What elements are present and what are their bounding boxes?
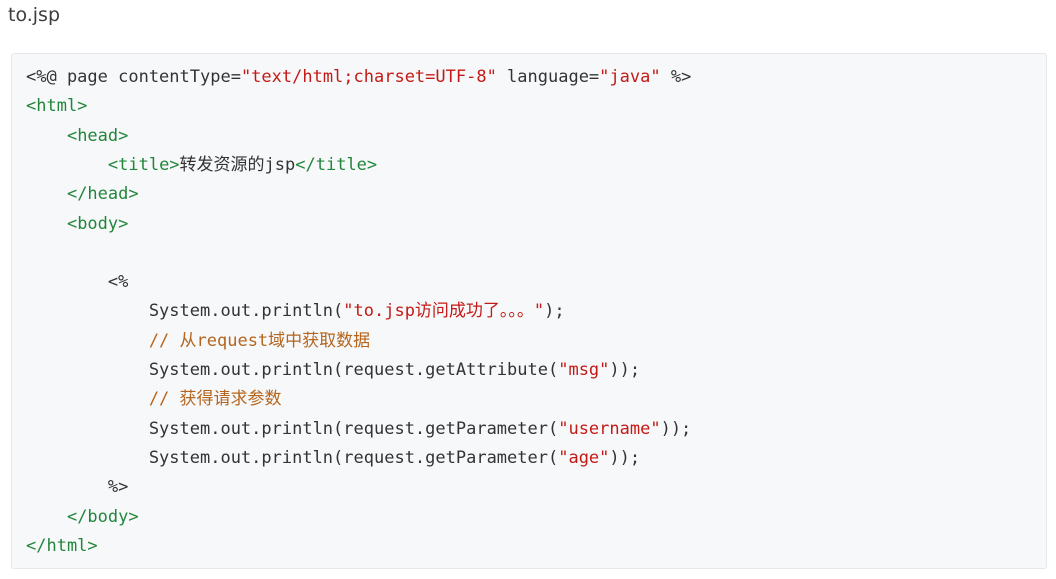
code-block: <%@ page contentType="text/html;charset=… — [11, 53, 1047, 569]
code-line: <title>转发资源的jsp</title> — [26, 151, 377, 180]
code-line: System.out.println("to.jsp访问成功了。。。"); — [26, 297, 565, 326]
code-token: )); — [609, 447, 641, 468]
code-token: language= — [496, 67, 600, 87]
code-line: <head> — [26, 122, 128, 151]
code-token: ); — [544, 301, 565, 322]
code-token: <title> — [107, 154, 180, 175]
code-token: </html> — [26, 535, 98, 556]
code-token: // 从request域中获取数据 — [26, 330, 371, 351]
code-token: )); — [609, 360, 641, 380]
code-line: <% — [26, 268, 128, 297]
code-token: "to.jsp访问成功了。。。" — [343, 301, 545, 322]
code-line: // 从request域中获取数据 — [26, 327, 370, 356]
code-line: // 获得请求参数 — [26, 385, 282, 414]
code-token: <html> — [26, 96, 88, 117]
code-token: "java" — [599, 67, 661, 87]
code-line: System.out.println(request.getParameter(… — [26, 415, 691, 444]
code-line: <%@ page contentType="text/html;charset=… — [26, 63, 691, 92]
code-token: 转发资源的jsp — [179, 154, 296, 175]
code-token: <%@ page contentType= — [26, 67, 241, 87]
code-token: </body> — [66, 506, 139, 527]
code-token: </title> — [295, 154, 378, 175]
code-token: <body> — [66, 213, 129, 234]
code-token: // 获得请求参数 — [26, 389, 282, 410]
code-line: %> — [26, 473, 128, 502]
code-line: <html> — [26, 92, 87, 121]
code-token: </head> — [66, 184, 139, 205]
code-token: System.out.println(request.getAttribute( — [26, 360, 559, 380]
code-token: %> — [660, 67, 692, 87]
code-token: "age" — [558, 447, 610, 468]
code-token: "msg" — [558, 360, 610, 380]
code-line: <body> — [26, 210, 128, 239]
code-line: </head> — [26, 180, 139, 209]
code-token: System.out.println(request.getParameter( — [26, 447, 559, 468]
code-token: %> — [26, 477, 129, 498]
code-token: "text/html;charset=UTF-8" — [240, 67, 497, 87]
code-line: System.out.println(request.getParameter(… — [26, 444, 640, 473]
code-token: "username" — [558, 418, 661, 439]
code-token: <head> — [66, 125, 129, 146]
code-line: </body> — [26, 503, 139, 532]
code-token: System.out.println( — [26, 301, 344, 322]
code-line: System.out.println(request.getAttribute(… — [26, 356, 640, 385]
code-line: </html> — [26, 532, 98, 561]
code-token: System.out.println(request.getParameter( — [26, 418, 559, 439]
code-token: <% — [26, 272, 129, 293]
code-token: )); — [660, 418, 692, 439]
file-title: to.jsp — [8, 4, 61, 26]
